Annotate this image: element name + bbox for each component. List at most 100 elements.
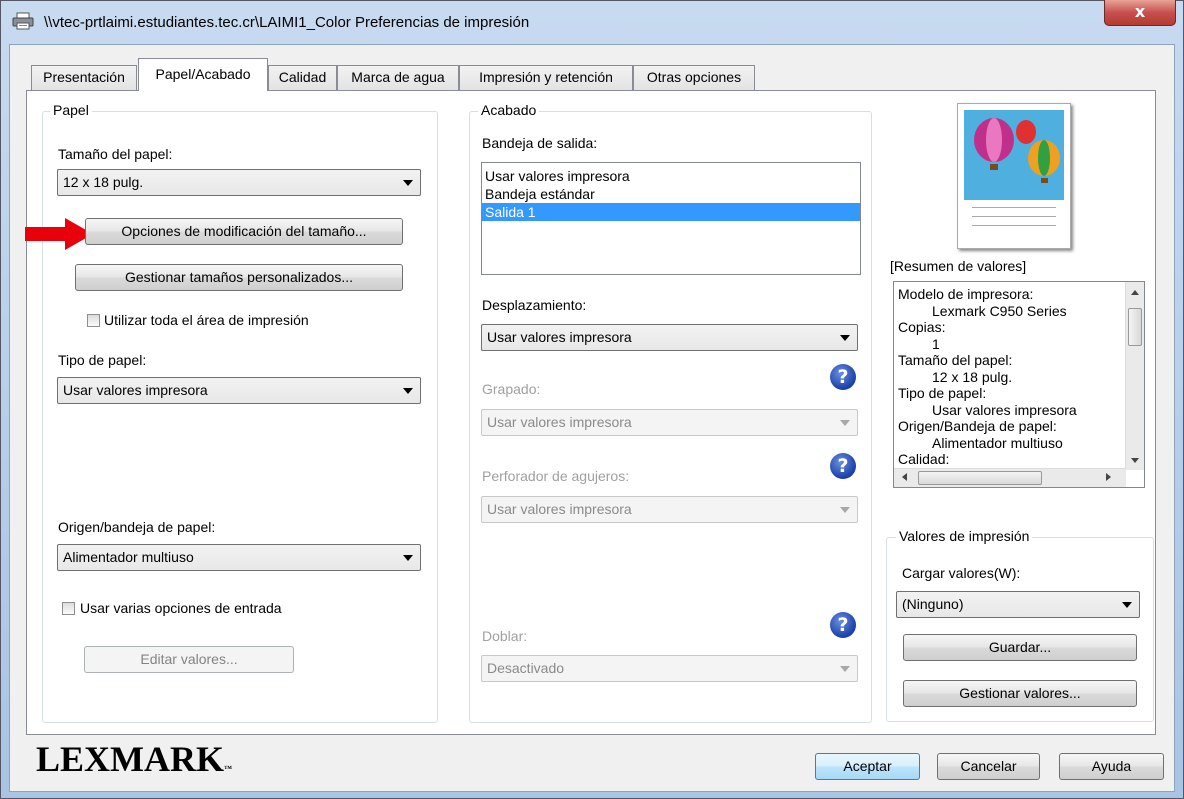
tab-otras-opciones[interactable]: Otras opciones (633, 65, 755, 90)
preview-line (972, 216, 1056, 217)
tab-label: Calidad (278, 69, 327, 85)
summary-line: Modelo de impresora: (898, 286, 1034, 302)
horizontal-scrollbar[interactable] (894, 468, 1126, 487)
help-icon[interactable]: ? (830, 453, 856, 479)
preview-line (972, 207, 1056, 208)
accept-button[interactable]: Aceptar (815, 753, 920, 780)
button-label: Opciones de modificación del tamaño... (121, 223, 367, 239)
tab-papel-acabado[interactable]: Papel/Acabado (138, 58, 268, 91)
fold-select[interactable]: Desactivado (481, 655, 858, 682)
paper-type-select[interactable]: Usar valores impresora (57, 377, 421, 404)
help-symbol: ? (837, 614, 849, 636)
list-item-selected[interactable]: Salida 1 (482, 203, 860, 221)
multi-input-checkbox[interactable] (62, 602, 75, 615)
balloons-preview-icon (964, 110, 1064, 200)
load-values-value: (Ninguno) (902, 596, 964, 612)
button-label: Editar valores... (140, 651, 238, 667)
tab-impresion-retencion[interactable]: Impresión y retención (459, 65, 633, 90)
offset-label: Desplazamiento: (482, 297, 587, 313)
cancel-button[interactable]: Cancelar (937, 753, 1040, 780)
close-icon: x (1134, 2, 1146, 21)
summary-line: Origen/Bandeja de papel: (898, 418, 1057, 434)
paper-type-value: Usar valores impresora (63, 382, 208, 398)
load-values-label: Cargar valores(W): (902, 565, 1021, 581)
tab-calidad[interactable]: Calidad (268, 65, 337, 90)
page-preview (957, 103, 1071, 249)
print-values-label: Valores de impresión (896, 528, 1033, 544)
vertical-scrollbar[interactable] (1125, 282, 1144, 470)
output-tray-list[interactable]: Usar valores impresora Bandeja estándar … (481, 162, 861, 275)
summary-lines: Modelo de impresora: Lexmark C950 Series C… (898, 286, 1124, 468)
summary-line: Lexmark C950 Series (932, 302, 1067, 319)
dropdown-arrow-icon (403, 555, 413, 561)
help-button[interactable]: Ayuda (1059, 753, 1164, 780)
hole-punch-select[interactable]: Usar valores impresora (481, 496, 858, 523)
button-label: Ayuda (1091, 758, 1132, 774)
fold-value: Desactivado (487, 660, 565, 676)
fold-label: Doblar: (482, 628, 528, 644)
summary-line: Tamaño del papel: (898, 352, 1013, 368)
dropdown-arrow-icon (840, 420, 850, 426)
hole-punch-label: Perforador de agujeros: (482, 468, 630, 484)
staple-select[interactable]: Usar valores impresora (481, 409, 858, 436)
paper-size-select[interactable]: 12 x 18 pulg. (57, 169, 421, 196)
use-full-area-checkbox[interactable] (87, 314, 100, 327)
scroll-up-icon[interactable] (1131, 290, 1139, 295)
summary-line: Calidad: (898, 451, 950, 467)
summary-line: Tipo de papel: (898, 385, 987, 401)
window-title: \\vtec-prtlaimi.estudiantes.tec.cr\LAIMI… (44, 14, 530, 31)
paper-source-value: Alimentador multiuso (63, 549, 194, 565)
tab-label: Presentación (43, 69, 125, 85)
button-label: Gestionar valores... (959, 685, 1081, 701)
tab-label: Impresión y retención (479, 69, 613, 85)
summary-line: Alimentador multiuso (932, 434, 1063, 451)
scroll-thumb[interactable] (918, 471, 1042, 485)
preview-line (972, 225, 1056, 226)
paper-source-select[interactable]: Alimentador multiuso (57, 544, 421, 571)
dropdown-arrow-icon (840, 335, 850, 341)
staple-value: Usar valores impresora (487, 414, 632, 430)
list-item[interactable]: Bandeja estándar (482, 185, 860, 203)
multi-input-label: Usar varias opciones de entrada (80, 600, 282, 616)
tab-presentacion[interactable]: Presentación (31, 65, 137, 90)
help-icon[interactable]: ? (830, 612, 856, 638)
logo-text: LEXMARK (36, 739, 224, 779)
dropdown-arrow-icon (403, 388, 413, 394)
dropdown-arrow-icon (840, 666, 850, 672)
close-button[interactable]: x (1104, 0, 1176, 26)
summary-line: Usar valores impresora (932, 401, 1077, 418)
resize-options-button[interactable]: Opciones de modificación del tamaño... (85, 218, 403, 245)
scroll-down-icon[interactable] (1131, 458, 1139, 463)
title-bar[interactable]: \\vtec-prtlaimi.estudiantes.tec.cr\LAIMI… (0, 0, 1182, 44)
output-tray-label: Bandeja de salida: (482, 135, 598, 151)
help-icon[interactable]: ? (830, 364, 856, 390)
offset-select[interactable]: Usar valores impresora (481, 324, 858, 351)
button-label: Guardar... (988, 639, 1052, 655)
papel-group (42, 111, 438, 723)
summary-line: Copias: (898, 319, 946, 335)
dropdown-arrow-icon (1122, 602, 1132, 608)
paper-size-value: 12 x 18 pulg. (63, 174, 144, 190)
hole-punch-value: Usar valores impresora (487, 501, 632, 517)
red-arrow-annotation-icon (25, 218, 93, 250)
button-label: Gestionar tamaños personalizados... (124, 269, 353, 285)
lexmark-logo: LEXMARK™ (36, 738, 232, 780)
scroll-left-icon[interactable] (902, 473, 907, 481)
tab-marca-de-agua[interactable]: Marca de agua (337, 65, 459, 90)
custom-sizes-button[interactable]: Gestionar tamaños personalizados... (75, 264, 403, 291)
paper-size-label: Tamaño del papel: (58, 146, 173, 162)
scroll-right-icon[interactable] (1106, 473, 1111, 481)
tab-label: Papel/Acabado (155, 66, 251, 82)
scroll-thumb[interactable] (1128, 308, 1142, 346)
printer-icon (12, 12, 34, 30)
summary-box[interactable]: Modelo de impresora: Lexmark C950 Series C… (893, 281, 1145, 488)
list-item[interactable]: Usar valores impresora (482, 167, 860, 185)
save-values-button[interactable]: Guardar... (903, 634, 1137, 661)
tab-label: Marca de agua (351, 69, 445, 85)
edit-values-button[interactable]: Editar valores... (84, 646, 294, 673)
manage-values-button[interactable]: Gestionar valores... (903, 680, 1137, 707)
dropdown-arrow-icon (840, 507, 850, 513)
summary-label: [Resumen de valores] (890, 258, 1027, 274)
load-values-select[interactable]: (Ninguno) (896, 591, 1140, 618)
papel-group-label: Papel (50, 102, 92, 118)
